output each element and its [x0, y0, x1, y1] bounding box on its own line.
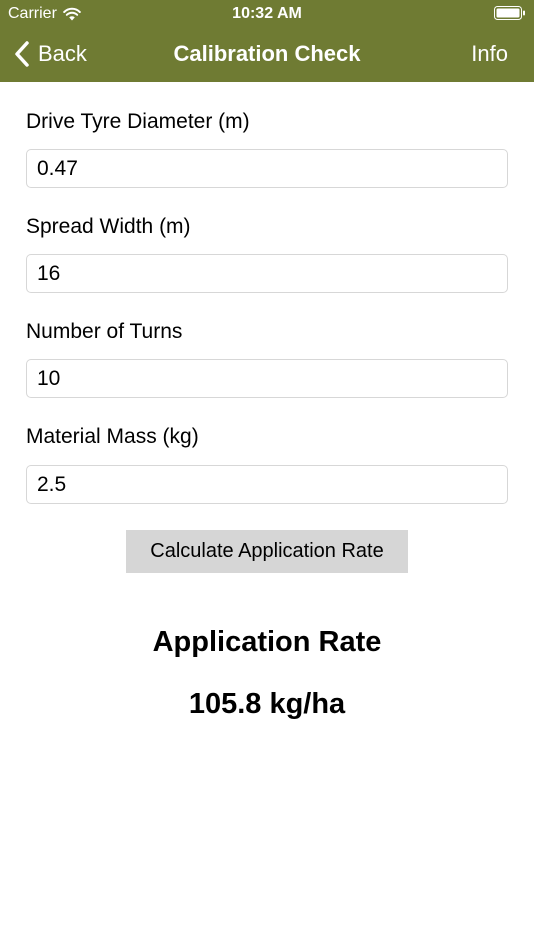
turns-label: Number of Turns: [26, 320, 183, 343]
tyre-diameter-label: Drive Tyre Diameter (m): [26, 110, 250, 133]
result-value: 105.8 kg/ha: [188, 688, 346, 720]
status-time: 10:32 AM: [232, 5, 302, 22]
calculate-button[interactable]: Calculate Application Rate: [126, 530, 408, 573]
header: Carrier 10:32 AM Back Calibration Check …: [0, 0, 534, 82]
spread-width-label: Spread Width (m): [26, 215, 191, 238]
page-title: Calibration Check: [173, 41, 361, 66]
status-bar: Carrier 10:32 AM: [0, 0, 534, 28]
spread-width-input[interactable]: [26, 254, 508, 293]
result-title: Application Rate: [152, 626, 382, 658]
info-button[interactable]: Info: [471, 41, 508, 67]
battery-icon: [494, 6, 525, 20]
mass-label: Material Mass (kg): [26, 425, 199, 448]
turns-input[interactable]: [26, 359, 508, 398]
tyre-diameter-input[interactable]: [26, 149, 508, 188]
mass-input[interactable]: [26, 465, 508, 504]
nav-bar: Back Calibration Check Info: [0, 28, 534, 82]
